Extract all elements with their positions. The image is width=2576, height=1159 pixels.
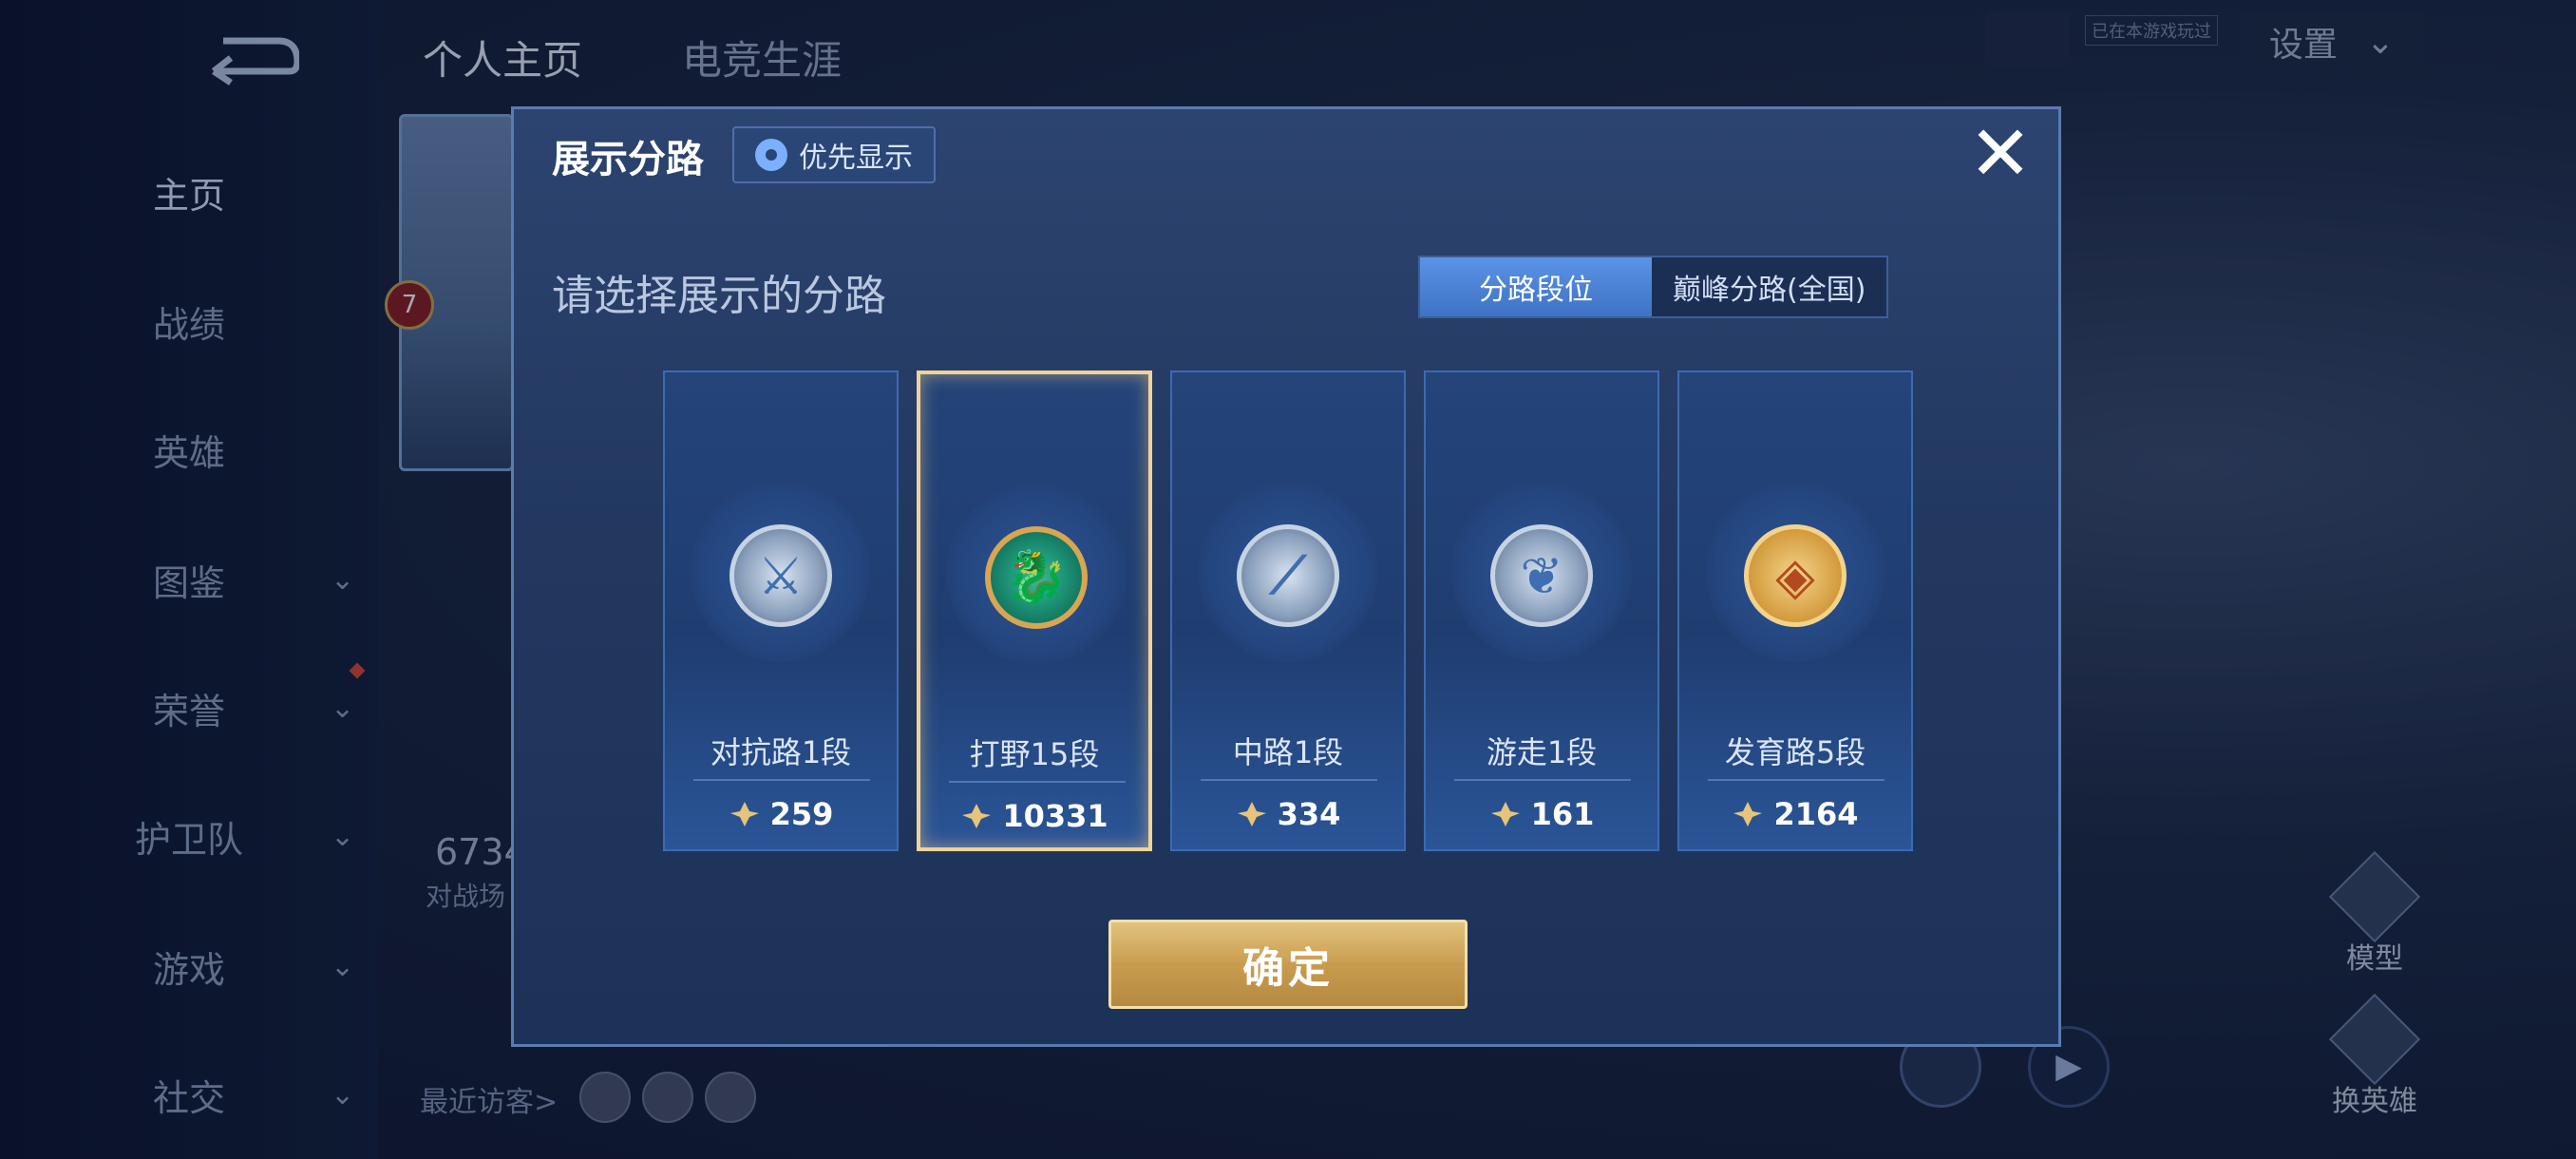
lane-card[interactable]: ◈ 发育路5段 2164 (1677, 370, 1913, 851)
rank-emblem-icon: 🐉 (985, 526, 1088, 629)
emblem-glyph: ⚔ (757, 545, 805, 606)
divider (1201, 779, 1377, 781)
rank-emblem-icon: ⟋ (1237, 524, 1339, 627)
emblem-glyph: ⟋ (1270, 545, 1306, 605)
segment-lane-rank[interactable]: 分路段位 (1420, 257, 1652, 316)
emblem-glyph: ❦ (1520, 545, 1563, 606)
segment-peak-lane[interactable]: 巅峰分路(全国) (1652, 257, 1886, 316)
lane-card[interactable]: ❦ 游走1段 161 (1424, 370, 1659, 851)
rank-emblem-icon: ⚔ (729, 524, 832, 627)
emblem-glyph: ◈ (1775, 545, 1815, 606)
rank-points-icon (1236, 800, 1268, 828)
rank-emblem-icon: ❦ (1490, 524, 1593, 627)
lane-card[interactable]: ⚔ 对抗路1段 259 (663, 370, 899, 851)
lane-display-modal: 展示分路 优先显示 ✕ 请选择展示的分路 分路段位 巅峰分路(全国) ⚔ 对抗路1… (511, 106, 2061, 1047)
rank-points-icon (960, 802, 993, 830)
divider (949, 781, 1126, 783)
lane-score-value: 334 (1277, 796, 1341, 832)
lane-name: 对抗路1段 (710, 734, 852, 770)
lane-score-value: 259 (769, 796, 834, 832)
lane-card[interactable]: ⟋ 中路1段 334 (1170, 370, 1406, 851)
close-icon[interactable]: ✕ (1967, 116, 2034, 192)
lane-score: 334 (1172, 796, 1404, 832)
divider (1708, 779, 1885, 781)
segment-toggle: 分路段位 巅峰分路(全国) (1418, 256, 1889, 318)
lane-score-value: 161 (1530, 796, 1595, 832)
lane-score-value: 2164 (1773, 796, 1859, 832)
priority-display-button[interactable]: 优先显示 (732, 126, 936, 183)
lane-score: 2164 (1679, 796, 1911, 832)
rank-points-icon (729, 800, 761, 828)
lane-name: 中路1段 (1232, 734, 1344, 770)
lane-card[interactable]: 🐉 打野15段 10331 (917, 370, 1152, 851)
rank-points-icon (1489, 800, 1522, 828)
lane-score: 161 (1426, 796, 1657, 832)
rank-points-icon (1732, 800, 1764, 828)
rank-emblem-icon: ◈ (1744, 524, 1847, 627)
gear-icon (755, 139, 787, 171)
modal-title: 展示分路 (552, 138, 704, 181)
lane-score: 10331 (920, 798, 1148, 834)
confirm-button[interactable]: 确定 (1108, 920, 1468, 1009)
priority-display-label: 优先显示 (799, 142, 913, 175)
lane-score: 259 (665, 796, 897, 832)
lane-name: 游走1段 (1486, 734, 1598, 770)
lane-name: 打野15段 (969, 736, 1100, 772)
modal-subtitle: 请选择展示的分路 (552, 272, 886, 320)
emblem-glyph: 🐉 (1004, 547, 1069, 607)
divider (693, 779, 870, 781)
lane-score-value: 10331 (1002, 798, 1108, 834)
divider (1454, 779, 1631, 781)
lane-name: 发育路5段 (1724, 734, 1866, 770)
